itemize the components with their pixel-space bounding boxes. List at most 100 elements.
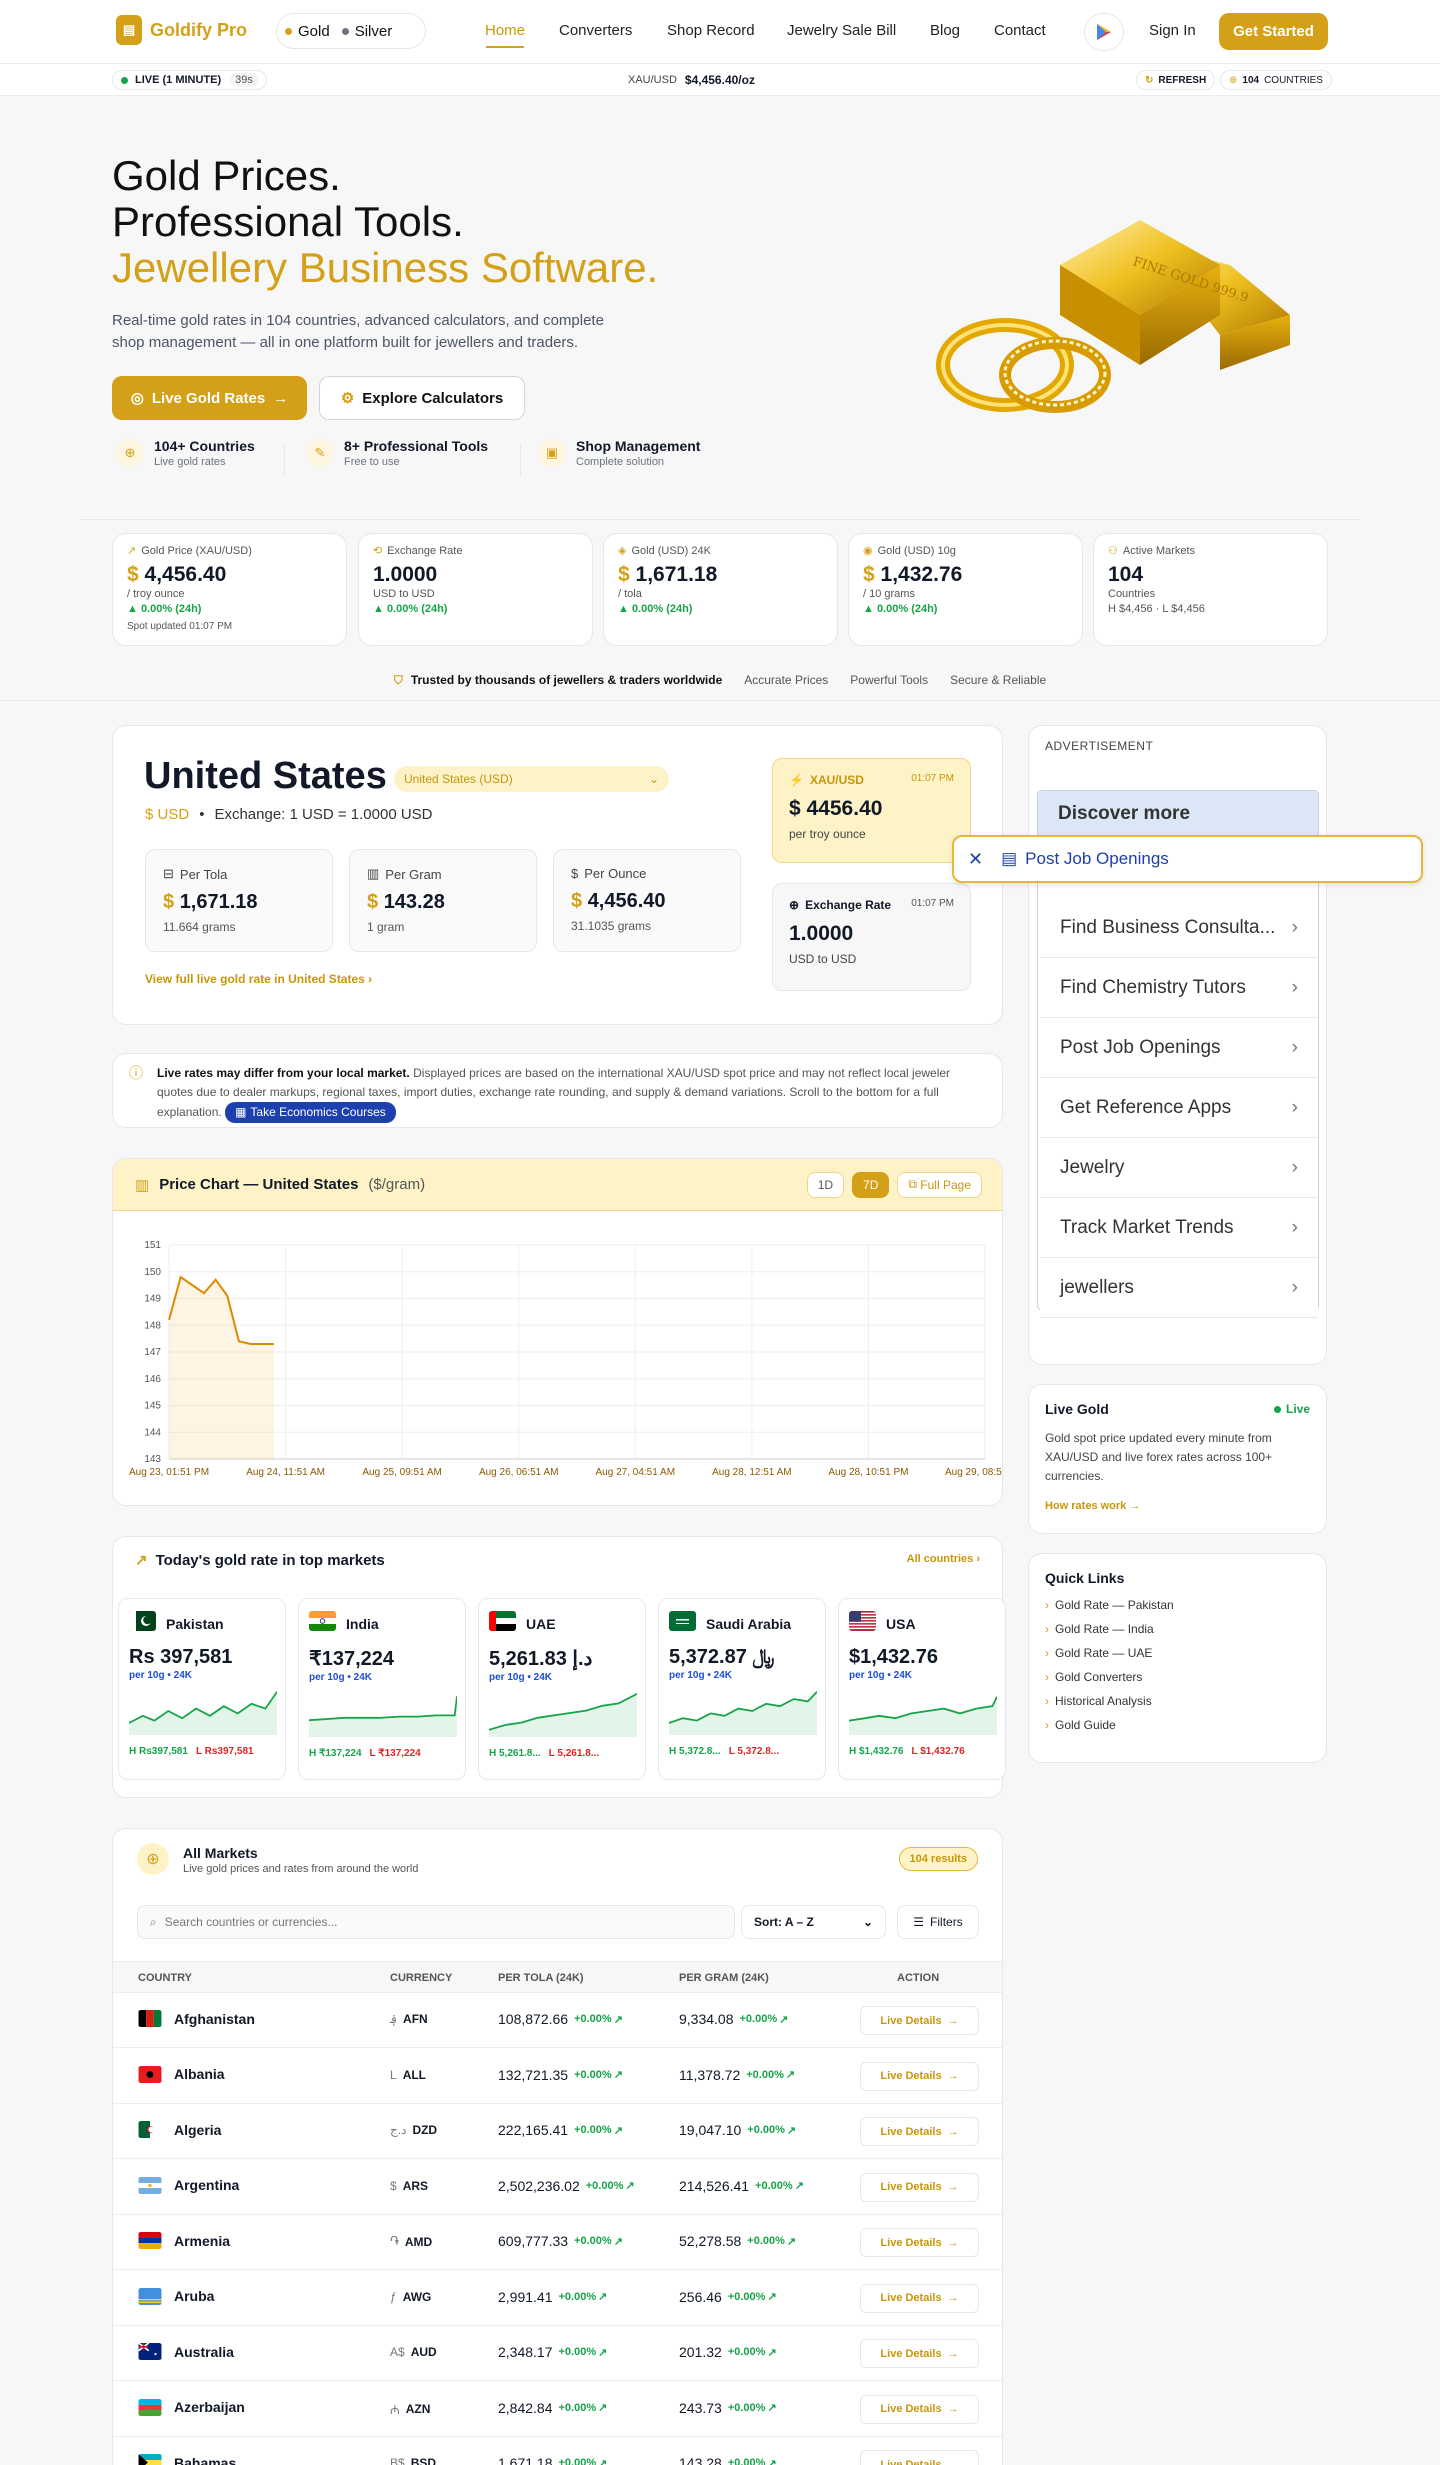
explore-calculators-button[interactable]: ⚙ Explore Calculators (319, 376, 525, 420)
market-card-uae[interactable]: UAE 5,261.83 د.إ per 10g • 24K H 5,261.8… (478, 1598, 646, 1780)
tag-icon: ◈ (618, 545, 627, 557)
all-countries-link[interactable]: All countries › (907, 1553, 980, 1565)
ad-item[interactable]: Jewelry › (1040, 1139, 1318, 1198)
stat-gold-10g: ◉ Gold (USD) 10g $ 1,432.76 / 10 grams ▲ … (848, 533, 1083, 646)
live-details-button[interactable]: Live Details → (860, 2061, 979, 2091)
full-page-button[interactable]: ⧉ Full Page (897, 1171, 982, 1198)
quick-link[interactable]: › Gold Rate — Pakistan (1045, 1598, 1310, 1612)
globe-icon: ⊕ (116, 439, 144, 467)
play-store-button[interactable] (1084, 13, 1124, 51)
sign-in-link[interactable]: Sign In (1149, 22, 1196, 39)
price-per-gram: ▥ Per Gram $ 143.28 1 gram (349, 849, 537, 952)
live-details-button[interactable]: Live Details → (860, 2006, 979, 2035)
newspaper-icon: ▤ (1001, 849, 1018, 868)
nav-home[interactable]: Home (485, 22, 525, 39)
results-badge: 104 results (898, 1847, 978, 1871)
quick-link[interactable]: › Gold Converters (1045, 1670, 1310, 1684)
quick-link[interactable]: › Historical Analysis (1045, 1694, 1310, 1708)
sort-select[interactable]: Sort: A – Z ⌄ (741, 1905, 886, 1939)
ad-item[interactable]: Track Market Trends › (1040, 1199, 1318, 1258)
chevron-right-icon: › (1045, 1598, 1049, 1612)
nav-jewelry-sale-bill[interactable]: Jewelry Sale Bill (787, 22, 896, 39)
flag-icon (138, 2065, 162, 2083)
ad-item[interactable]: Post Job Openings › (1040, 1019, 1318, 1078)
country-selector[interactable]: United States (USD) ⌄ (394, 766, 669, 792)
economics-courses-tag[interactable]: ▦ Take Economics Courses (225, 1102, 396, 1123)
table-row: Argentina $ ARS 2,502,236.02 +0.00% ↗ 214,5… (113, 2160, 1002, 2215)
table-row: Azerbaijan ₼ AZN 2,842.84 +0.00% ↗ 243.73 +0… (113, 2382, 1002, 2437)
market-search-input[interactable]: ⌕ Search countries or currencies... (137, 1905, 735, 1939)
y-tick-label: 150 (144, 1267, 161, 1278)
table-row: Bahamas B$ BSD 1,671.18 +0.00% ↗ 143.28 +0.0… (113, 2437, 1002, 2465)
wrench-icon: ✎ (306, 439, 334, 467)
countries-count: ⊕ 104 COUNTRIES (1220, 70, 1332, 90)
view-full-rate-link[interactable]: View full live gold rate in United State… (145, 972, 372, 986)
flag-icon (849, 1611, 876, 1636)
market-card-saudi-arabia[interactable]: Saudi Arabia 5,372.87 ﷼ per 10g • 24K H … (658, 1598, 826, 1780)
live-details-button[interactable]: Live Details → (860, 2450, 979, 2465)
market-card-pakistan[interactable]: Pakistan Rs 397,581 per 10g • 24K H Rs39… (118, 1598, 286, 1780)
x-tick-label: Aug 24, 11:51 AM (246, 1467, 325, 1478)
nav-contact[interactable]: Contact (994, 22, 1046, 39)
live-details-button[interactable]: Live Details → (860, 2283, 979, 2313)
quick-link[interactable]: › Gold Rate — India (1045, 1622, 1310, 1636)
close-icon[interactable]: ✕ (968, 849, 983, 870)
get-started-button[interactable]: Get Started (1219, 13, 1328, 50)
nav-shop-record[interactable]: Shop Record (667, 22, 755, 39)
hero-description: Real-time gold rates in 104 countries, a… (112, 312, 604, 351)
chevron-right-icon: › (1291, 1277, 1298, 1298)
coin-icon: ◎ (130, 390, 144, 407)
range-1d-button[interactable]: 1D (806, 1171, 845, 1198)
trend-up-icon: ↗ (598, 2457, 608, 2465)
brand-logo[interactable]: ▤ Goldify Pro (116, 15, 247, 45)
x-tick-label: Aug 23, 01:51 PM (129, 1467, 209, 1478)
ad-item[interactable]: Get Reference Apps › (1040, 1079, 1318, 1138)
refresh-button[interactable]: ↻ REFRESH (1136, 70, 1216, 90)
ad-item[interactable]: Find Chemistry Tutors › (1040, 959, 1318, 1018)
gold-bar-icon: ▤ (116, 15, 142, 45)
live-details-button[interactable]: Live Details → (860, 2339, 979, 2368)
market-card-india[interactable]: India ₹137,224 per 10g • 24K H ₹137,224 L… (298, 1598, 466, 1780)
ad-item[interactable]: jewellers › (1040, 1259, 1318, 1318)
trend-up-icon: ↗ (598, 2346, 608, 2359)
y-tick-label: 147 (144, 1347, 161, 1358)
y-tick-label: 145 (144, 1401, 161, 1412)
arrow-right-icon: → (947, 2292, 959, 2304)
refresh-icon: ↻ (1145, 74, 1154, 86)
ad-item[interactable]: Find Business Consulta... › (1040, 899, 1318, 958)
quick-link[interactable]: › Gold Rate — UAE (1045, 1646, 1310, 1660)
range-7d-button[interactable]: 7D (852, 1171, 890, 1198)
trend-up-icon: ↗ (625, 2180, 635, 2192)
nav-blog[interactable]: Blog (930, 22, 960, 39)
live-details-button[interactable]: Live Details → (860, 2172, 979, 2202)
gold-bars-rings-image: FINE GOLD 999.9 (936, 220, 1290, 413)
trend-up-icon: ↗ (767, 2346, 777, 2359)
how-rates-work-link[interactable]: How rates work → (1045, 1500, 1310, 1512)
metal-silver-option[interactable]: Silver (341, 23, 392, 40)
metal-gold-option[interactable]: Gold (285, 23, 330, 40)
live-gold-rates-button[interactable]: ◎ Live Gold Rates → (112, 376, 307, 420)
chevron-right-icon: › (1291, 1217, 1298, 1238)
arrow-right-icon: → (947, 2070, 959, 2082)
market-card-usa[interactable]: USA $1,432.76 per 10g • 24K H $1,432.76 L… (838, 1598, 1006, 1780)
flag-icon (489, 1611, 516, 1636)
trend-up-icon: ↗ (613, 2013, 623, 2026)
ad-overlay-banner[interactable]: ✕ ▤ Post Job Openings (952, 835, 1423, 883)
flag-icon (309, 1611, 336, 1636)
nav-converters[interactable]: Converters (559, 22, 632, 39)
live-details-button[interactable]: Live Details → (860, 2117, 979, 2146)
price-ticker: LIVE (1 MINUTE) 39s XAU/USD $4,456.40/oz… (0, 64, 1440, 96)
live-details-button[interactable]: Live Details → (860, 2394, 979, 2424)
arrow-right-icon: → (947, 2458, 959, 2465)
all-markets-subtitle: Live gold prices and rates from around t… (183, 1863, 419, 1875)
x-tick-label: Aug 28, 10:51 PM (828, 1467, 908, 1478)
markets-table-header: COUNTRY CURRENCY PER TOLA (24K) PER GRAM… (113, 1961, 1002, 1993)
live-details-button[interactable]: Live Details → (860, 2228, 979, 2257)
stat-gold-price: ↗ Gold Price (XAU/USD) $ 4,456.40 / troy … (112, 533, 347, 646)
feature-tools: ✎ 8+ Professional Tools Free to use (306, 438, 488, 468)
filters-button[interactable]: ☰ Filters (897, 1905, 979, 1939)
quick-link[interactable]: › Gold Guide (1045, 1718, 1310, 1732)
y-tick-label: 148 (144, 1320, 161, 1331)
flag-icon (129, 1611, 156, 1636)
chevron-right-icon: › (1045, 1718, 1049, 1732)
